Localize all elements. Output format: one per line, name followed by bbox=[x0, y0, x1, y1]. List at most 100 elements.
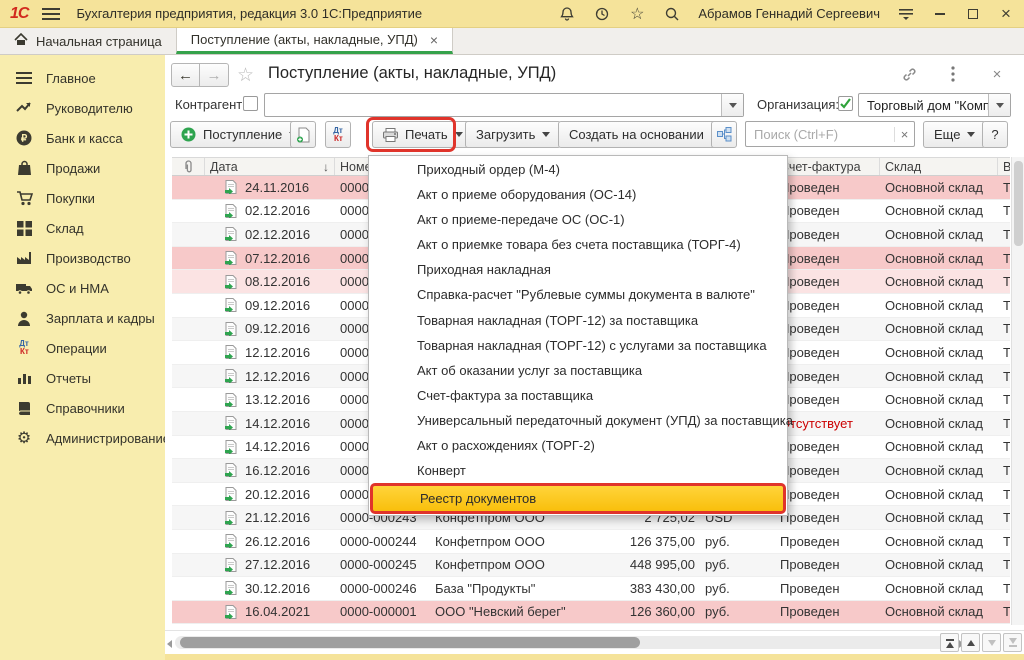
sidebar-item-otchety[interactable]: Отчеты bbox=[0, 363, 165, 393]
cell-date: 30.12.2016 bbox=[205, 577, 335, 600]
posted-document-icon bbox=[224, 487, 238, 501]
maximize-button[interactable] bbox=[965, 6, 981, 22]
print-menu-item[interactable]: Товарная накладная (ТОРГ-12) с услугами … bbox=[370, 333, 786, 358]
forward-button[interactable]: → bbox=[200, 63, 229, 87]
cell-sum: 126 360,00 bbox=[615, 601, 700, 624]
sidebar-item-glavnoe[interactable]: Главное bbox=[0, 63, 165, 93]
get-link-icon[interactable] bbox=[900, 65, 918, 83]
cell-optype: То bbox=[998, 365, 1010, 388]
window-close-button[interactable]: × bbox=[998, 6, 1014, 22]
sidebar-item-pokupki[interactable]: Покупки bbox=[0, 183, 165, 213]
form-close-icon[interactable]: × bbox=[988, 65, 1006, 83]
more-button[interactable]: Еще bbox=[923, 121, 986, 148]
minimize-button[interactable] bbox=[932, 6, 948, 22]
print-menu-item[interactable]: Товарная накладная (ТОРГ-12) за поставщи… bbox=[370, 307, 786, 332]
current-user[interactable]: Абрамов Геннадий Сергеевич bbox=[698, 6, 880, 21]
table-row[interactable]: 26.12.20160000-000244Конфетпром ООО126 3… bbox=[172, 530, 1010, 554]
sidebar-item-rukovoditelyu[interactable]: Руководителю bbox=[0, 93, 165, 123]
organization-checkbox[interactable] bbox=[838, 96, 853, 111]
cell-currency: руб. bbox=[700, 530, 775, 553]
print-menu-item[interactable]: Универсальный передаточный документ (УПД… bbox=[370, 408, 786, 433]
sidebar-item-zarplata-i-kadry[interactable]: Зарплата и кадры bbox=[0, 303, 165, 333]
go-first-button[interactable] bbox=[940, 633, 959, 652]
sidebar-item-proizvodstvo[interactable]: Производство bbox=[0, 243, 165, 273]
sidebar-item-label: Администрирование bbox=[46, 431, 170, 446]
tab-receipts[interactable]: Поступление (акты, накладные, УПД) × bbox=[176, 28, 453, 54]
cell-invoice: Проведен bbox=[775, 554, 880, 577]
vertical-scrollbar[interactable] bbox=[1011, 157, 1024, 625]
search-icon[interactable] bbox=[663, 5, 681, 23]
posted-document-icon bbox=[224, 204, 238, 218]
horizontal-scroll-thumb[interactable] bbox=[180, 637, 640, 648]
cell-invoice: Проведен bbox=[775, 601, 880, 624]
cell-optype: То bbox=[998, 554, 1010, 577]
sidebar-item-administrirovanie[interactable]: ⚙ Администрирование bbox=[0, 423, 165, 453]
cell-optype: То bbox=[998, 483, 1010, 506]
tab-home[interactable]: Начальная страница bbox=[0, 28, 176, 54]
counterparty-combo[interactable] bbox=[264, 93, 744, 117]
help-button[interactable]: ? bbox=[982, 121, 1008, 148]
print-menu-item[interactable]: Акт о расхождениях (ТОРГ-2) bbox=[370, 433, 786, 458]
sidebar-item-bank-i-kassa[interactable]: ₽ Банк и касса bbox=[0, 123, 165, 153]
table-row[interactable]: 27.12.20160000-000245Конфетпром ООО448 9… bbox=[172, 554, 1010, 578]
search-clear-icon[interactable]: × bbox=[894, 127, 914, 142]
print-label: Печать bbox=[405, 127, 448, 142]
counterparty-dropdown-icon[interactable] bbox=[721, 94, 743, 116]
organization-dropdown-icon[interactable] bbox=[988, 94, 1010, 116]
service-menu-icon[interactable] bbox=[897, 5, 915, 23]
print-menu-item[interactable]: Реестр документов bbox=[370, 483, 786, 514]
print-menu-item[interactable]: Счет-фактура за поставщика bbox=[370, 383, 786, 408]
search-input[interactable]: Поиск (Ctrl+F) × bbox=[745, 121, 915, 147]
cell-sum: 448 995,00 bbox=[615, 554, 700, 577]
sidebar-item-operacii[interactable]: ДтКт Операции bbox=[0, 333, 165, 363]
create-based-on-button[interactable]: Создать на основании bbox=[558, 121, 730, 148]
copy-document-button[interactable] bbox=[290, 121, 316, 148]
sidebar-item-label: Руководителю bbox=[46, 101, 133, 116]
cell-optype: То bbox=[998, 176, 1010, 199]
print-menu-item[interactable]: Приходный ордер (М-4) bbox=[370, 157, 786, 182]
home-icon bbox=[14, 33, 28, 49]
cell-warehouse: Основной склад bbox=[880, 483, 998, 506]
sidebar-item-prodazhi[interactable]: Продажи bbox=[0, 153, 165, 183]
favorites-star-icon[interactable]: ☆ bbox=[628, 5, 646, 23]
add-favorite-star-icon[interactable]: ☆ bbox=[237, 64, 254, 87]
print-menu-item[interactable]: Акт о приеме-передаче ОС (ОС-1) bbox=[370, 207, 786, 232]
organization-combo[interactable]: Торговый дом "Комплексный" ООО bbox=[858, 93, 1011, 117]
sidebar-item-spravochniki[interactable]: Справочники bbox=[0, 393, 165, 423]
sidebar-item-sklad[interactable]: Склад bbox=[0, 213, 165, 243]
load-button[interactable]: Загрузить bbox=[465, 121, 561, 148]
horizontal-scrollbar[interactable] bbox=[175, 636, 955, 649]
counterparty-checkbox[interactable] bbox=[243, 96, 258, 111]
print-menu-item[interactable]: Акт об оказании услуг за поставщика bbox=[370, 358, 786, 383]
history-icon[interactable] bbox=[593, 5, 611, 23]
print-menu-item[interactable]: Справка-расчет "Рублевые суммы документа… bbox=[370, 282, 786, 307]
posted-document-icon bbox=[224, 322, 238, 336]
tab-close-icon[interactable]: × bbox=[430, 32, 438, 48]
print-button[interactable]: Печать bbox=[372, 121, 474, 148]
notifications-bell-icon[interactable] bbox=[558, 5, 576, 23]
invoice-column-header[interactable]: Счет-фактура bbox=[775, 158, 880, 175]
scroll-left-icon[interactable] bbox=[167, 640, 172, 648]
cell-warehouse: Основной склад bbox=[880, 577, 998, 600]
operation-column-header[interactable]: В bbox=[998, 158, 1010, 175]
more-dots-icon[interactable] bbox=[944, 65, 962, 83]
print-menu-item[interactable]: Акт о приемке товара без счета поставщик… bbox=[370, 232, 786, 257]
go-prev-button[interactable] bbox=[961, 633, 980, 652]
cell-attach bbox=[172, 436, 205, 459]
go-next-button[interactable] bbox=[982, 633, 1001, 652]
sidebar-item-os-i-nma[interactable]: ОС и НМА bbox=[0, 273, 165, 303]
table-row[interactable]: 30.12.20160000-000246База "Продукты"383 … bbox=[172, 577, 1010, 601]
main-menu-icon[interactable] bbox=[42, 8, 60, 20]
print-menu-item[interactable]: Конверт bbox=[370, 458, 786, 483]
table-row[interactable]: 16.04.20210000-000001ООО "Невский берег"… bbox=[172, 601, 1010, 625]
date-column-header[interactable]: Дата ↓ bbox=[205, 158, 335, 175]
go-last-button[interactable] bbox=[1003, 633, 1022, 652]
new-receipt-button[interactable]: Поступление bbox=[170, 121, 308, 148]
show-postings-button[interactable]: ДтКт bbox=[325, 121, 351, 148]
back-button[interactable]: ← bbox=[171, 63, 200, 87]
print-menu-item[interactable]: Акт о приеме оборудования (ОС-14) bbox=[370, 182, 786, 207]
attachment-column-header[interactable] bbox=[172, 158, 205, 175]
print-menu-item[interactable]: Приходная накладная bbox=[370, 257, 786, 282]
set-list-params-button[interactable] bbox=[711, 121, 737, 148]
warehouse-column-header[interactable]: Склад bbox=[880, 158, 998, 175]
